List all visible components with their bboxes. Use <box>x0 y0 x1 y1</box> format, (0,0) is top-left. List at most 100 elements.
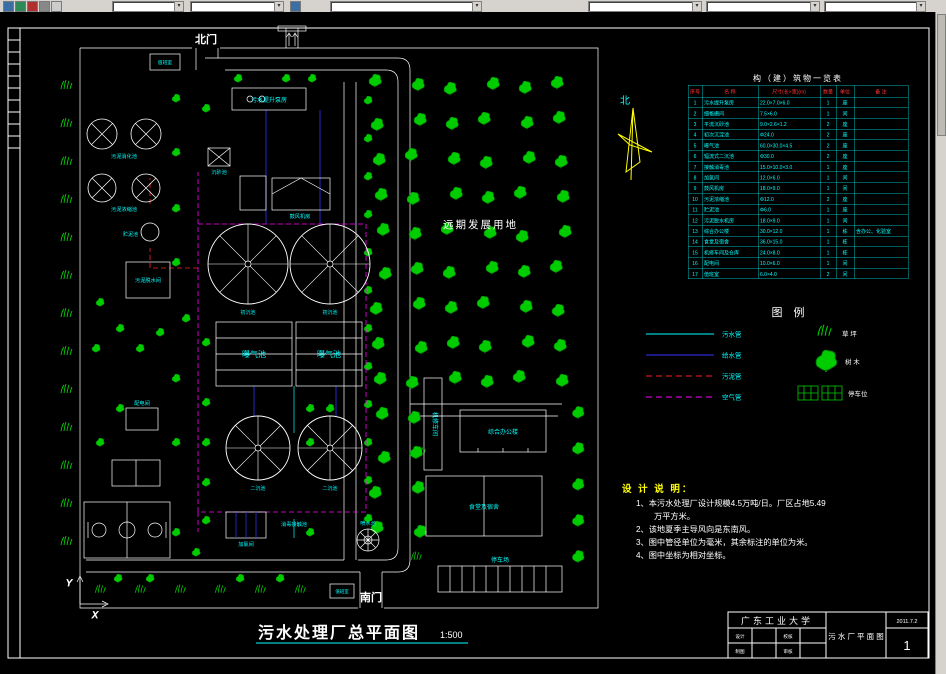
linetype-combo[interactable]: ▾ <box>330 1 482 12</box>
table-cell: 18.0×9.0 <box>760 218 780 224</box>
tree-symbol <box>370 302 382 315</box>
blower-house <box>272 178 330 210</box>
grass-symbol <box>61 308 72 317</box>
table-cell: 单位 <box>840 88 850 95</box>
chevron-down-icon[interactable]: ▾ <box>810 2 819 11</box>
tree-symbol <box>552 304 564 317</box>
label-sludge-tank: 贮泥池 <box>123 231 138 238</box>
tree-symbol <box>523 151 535 164</box>
cell-review: 审核 <box>783 648 793 655</box>
table-cell: 加氯间 <box>704 175 719 182</box>
tree-symbol <box>182 314 190 323</box>
tree-symbol <box>172 204 180 213</box>
structures-table-title: 构（建）筑物一览表 <box>753 73 843 83</box>
table-cell: 接触消毒池 <box>704 164 729 171</box>
tree-symbol <box>513 370 525 383</box>
legend-grass-label: 草 坪 <box>842 329 857 338</box>
grass-icon <box>818 325 831 336</box>
lineweight-combo[interactable]: ▾ <box>588 1 702 12</box>
layer-icon[interactable] <box>27 1 38 12</box>
table-cell: 8 <box>694 176 697 182</box>
table-cell: 污泥脱水机房 <box>704 217 734 224</box>
chevron-down-icon[interactable]: ▾ <box>472 2 481 11</box>
tree-symbol <box>514 186 526 199</box>
style-icon[interactable] <box>51 1 62 12</box>
table-cell: 鼓风机房 <box>704 185 724 192</box>
tree-symbol <box>572 478 584 490</box>
table-cell: 座 <box>842 196 847 203</box>
linetype-icon[interactable] <box>39 1 50 12</box>
color-combo[interactable]: ▾ <box>190 1 284 12</box>
table-cell: 座 <box>842 164 847 171</box>
table-cell: 14 <box>692 240 698 246</box>
storage-tank-circle <box>141 223 159 241</box>
table-cell: 间 <box>842 260 847 267</box>
table-cell: 座 <box>842 142 847 149</box>
tree-symbol <box>486 261 498 274</box>
building-labels: 值班室 污水提升泵房 沉砂池 污泥消化池 污泥浓缩池 贮泥池 污泥脱水间 鼓风机… <box>111 59 518 595</box>
tree-symbol <box>448 152 460 165</box>
table-cell: 含办公、化验室 <box>856 228 891 235</box>
tree-symbol <box>369 74 381 87</box>
tree-symbol <box>282 74 290 83</box>
tree-symbol <box>378 451 390 464</box>
chevron-down-icon[interactable]: ▾ <box>274 2 283 11</box>
table-cell: Φ24.0 <box>760 133 774 139</box>
label-blower: 鼓风机房 <box>290 212 311 220</box>
table-cell: 间 <box>842 217 847 224</box>
grass-symbol <box>61 346 72 355</box>
tree-icon <box>816 350 837 372</box>
label-dewater: 污泥脱水间 <box>135 276 161 284</box>
table-cell: 污泥管 <box>722 372 742 381</box>
tree-symbol <box>405 148 417 161</box>
table-cell: 细格栅间 <box>704 110 724 117</box>
grass-symbol <box>296 585 306 593</box>
table-cell: 2 <box>827 143 830 149</box>
table-cell: 9 <box>694 186 697 192</box>
tree-symbol <box>557 190 569 203</box>
style-combo[interactable]: ▾ <box>824 1 926 12</box>
properties-icon[interactable] <box>290 1 301 12</box>
table-cell: 7 <box>694 165 697 171</box>
app-icon[interactable] <box>3 1 14 12</box>
tree-symbol <box>482 191 494 204</box>
cad-canvas[interactable]: 值班室 污水提升泵房 沉砂池 污泥消化池 污泥浓缩池 贮泥池 污泥脱水间 鼓风机… <box>0 12 936 674</box>
tree-symbol <box>172 438 180 447</box>
tree-symbol <box>554 339 566 352</box>
table-cell: 4 <box>694 133 697 139</box>
layer-combo[interactable]: ▾ <box>112 1 184 12</box>
dosing-room <box>240 176 266 210</box>
tree-symbol <box>550 260 562 273</box>
tree-symbol <box>364 286 372 295</box>
north-label: 北 <box>620 95 630 107</box>
chevron-down-icon[interactable]: ▾ <box>916 2 925 11</box>
tree-symbol <box>555 155 567 168</box>
label-digester: 污泥消化池 <box>111 152 137 160</box>
circular-tanks <box>87 119 370 480</box>
cad-application-window: ▾ ▾ ▾ ▾ ▾ ▾ <box>0 0 946 674</box>
tree-symbol <box>477 296 489 309</box>
table-cell: 污泥浓缩池 <box>704 196 729 203</box>
table-cell: 辐流式二沉池 <box>704 153 734 160</box>
color-swatch-icon[interactable] <box>15 1 26 12</box>
table-cell: 16 <box>692 261 698 267</box>
vertical-scrollbar[interactable] <box>935 12 946 674</box>
buildings <box>84 54 562 598</box>
label-grit: 沉砂池 <box>211 168 227 176</box>
tree-symbol <box>521 116 533 129</box>
plotstyle-combo[interactable]: ▾ <box>706 1 820 12</box>
table-cell: 空气管 <box>722 393 742 402</box>
table-cell: 1 <box>827 240 830 246</box>
tree-symbol <box>202 398 210 407</box>
axis-x-label: X <box>91 610 99 620</box>
main-title-scale: 1:500 <box>440 630 463 640</box>
tree-symbol <box>372 337 384 350</box>
table-cell: 初次沉淀池 <box>704 132 729 139</box>
chevron-down-icon[interactable]: ▾ <box>174 2 183 11</box>
table-cell: 备 注 <box>875 88 886 95</box>
chevron-down-icon[interactable]: ▾ <box>692 2 701 11</box>
tree-symbol <box>572 550 584 562</box>
label-canteen: 食堂及宿舍 <box>469 503 499 511</box>
tree-symbol <box>146 574 154 583</box>
scrollbar-thumb[interactable] <box>937 14 946 136</box>
